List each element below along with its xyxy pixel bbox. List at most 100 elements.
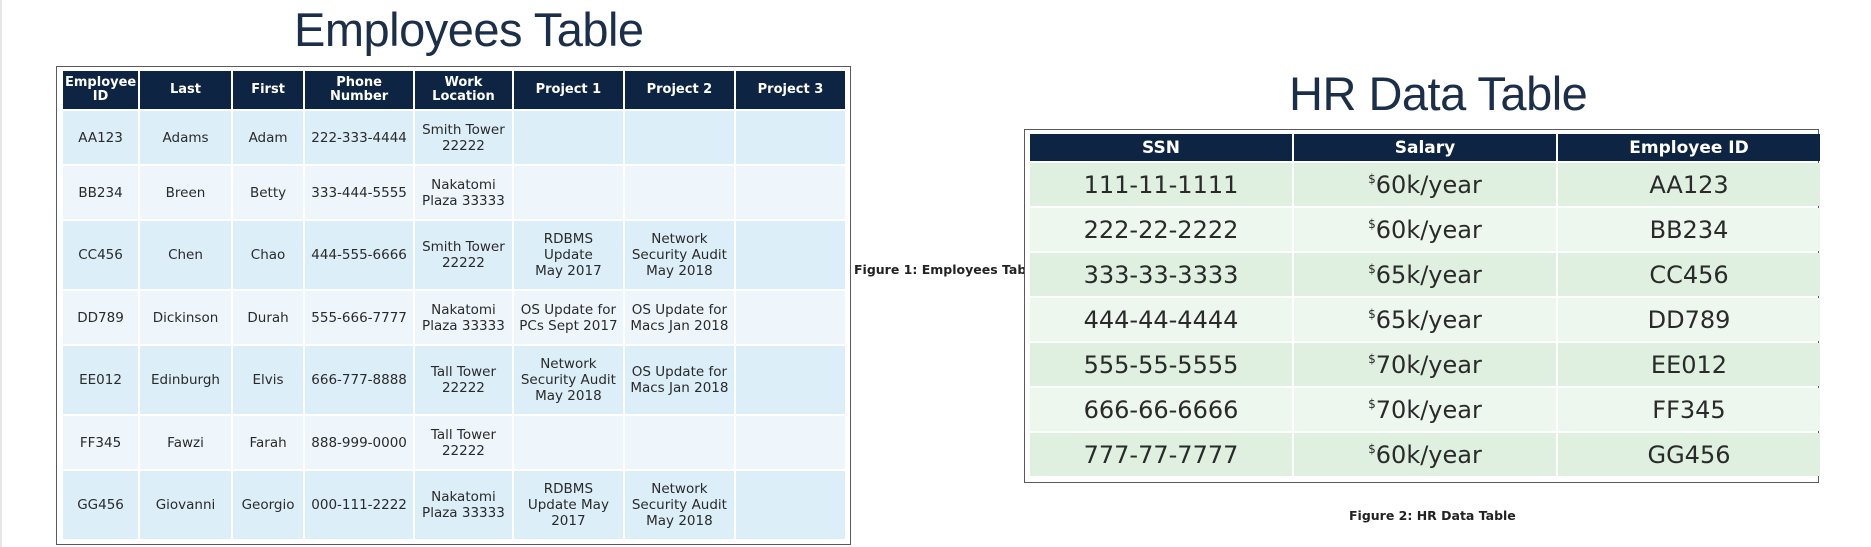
employees-table-cell: 222-333-4444: [305, 111, 413, 164]
employees-table-cell: Edinburgh: [140, 346, 231, 414]
employees-column-header: Project 3: [735, 71, 845, 109]
employees-table-cell: Adam: [232, 111, 304, 164]
employees-table-cell: [513, 111, 623, 164]
employees-table-cell: GG456: [63, 471, 139, 539]
hr-table-cell: 555-55-5555: [1030, 343, 1292, 386]
hr-table-row: 222-22-2222 $60k/year BB234: [1030, 208, 1820, 251]
employees-table-cell: Network Security Audit May 2018: [624, 221, 734, 289]
employees-table-cell: OS Update for PCs Sept 2017: [513, 291, 623, 344]
employees-table-title: Employees Table: [294, 3, 644, 56]
employees-table-cell: CC456: [63, 221, 139, 289]
employees-table-cell: AA123: [63, 111, 139, 164]
employees-table-cell: DD789: [63, 291, 139, 344]
employees-table-cell: Network Security Audit May 2018: [513, 346, 623, 414]
employees-table-row: DD789 Dickinson Durah 555-666-7777 Nakatomi …: [63, 291, 845, 344]
employees-table-cell: 444-555-6666: [305, 221, 413, 289]
hr-table-cell: $60k/year: [1294, 163, 1556, 206]
employees-table-cell: OS Update for Macs Jan 2018: [624, 346, 734, 414]
employees-column-header: Work Location: [414, 71, 512, 109]
currency-symbol: $: [1368, 396, 1376, 411]
hr-table-cell: FF345: [1558, 388, 1820, 431]
employees-table-cell: Smith Tower 22222: [414, 111, 512, 164]
hr-table-caption: Figure 2: HR Data Table: [1349, 508, 1516, 523]
employees-table-cell: 000-111-2222: [305, 471, 413, 539]
employees-column-header: First: [232, 71, 304, 109]
employees-table-cell: Chao: [232, 221, 304, 289]
salary-value: 70k/year: [1375, 395, 1482, 424]
salary-value: 65k/year: [1375, 260, 1482, 289]
hr-data-table: SSN Salary Employee ID 111-11-1111 $60k/yea…: [1028, 132, 1822, 478]
employees-table-cell: Farah: [232, 416, 304, 469]
hr-table-cell: 666-66-6666: [1030, 388, 1292, 431]
employees-table-cell: 555-666-7777: [305, 291, 413, 344]
employees-table-cell: Tall Tower 22222: [414, 346, 512, 414]
hr-table-cell: $60k/year: [1294, 433, 1556, 476]
employees-table-cell: Durah: [232, 291, 304, 344]
hr-table-cell: 777-77-7777: [1030, 433, 1292, 476]
employees-table-cell: [735, 221, 845, 289]
employees-table-cell: [624, 166, 734, 219]
employees-table-body: AA123 Adams Adam 222-333-4444 Smith Tower 22…: [63, 111, 845, 539]
currency-symbol: $: [1368, 261, 1376, 276]
employees-table-cell: [735, 416, 845, 469]
employees-table-cell: 888-999-0000: [305, 416, 413, 469]
employees-table-cell: EE012: [63, 346, 139, 414]
hr-table-cell: EE012: [1558, 343, 1820, 386]
employees-table-row: AA123 Adams Adam 222-333-4444 Smith Tower 22…: [63, 111, 845, 164]
employees-table-cell: [735, 166, 845, 219]
employees-table-cell: [735, 291, 845, 344]
employees-table-cell: Nakatomi Plaza 33333: [414, 166, 512, 219]
salary-value: 60k/year: [1375, 170, 1482, 199]
hr-table-row: 111-11-1111 $60k/year AA123: [1030, 163, 1820, 206]
hr-table-row: 333-33-3333 $65k/year CC456: [1030, 253, 1820, 296]
hr-table-row: 777-77-7777 $60k/year GG456: [1030, 433, 1820, 476]
employees-column-header: Employee ID: [63, 71, 139, 109]
employees-table-cell: 333-444-5555: [305, 166, 413, 219]
employees-table-cell: Elvis: [232, 346, 304, 414]
employees-table-cell: [735, 346, 845, 414]
employees-table-cell: Adams: [140, 111, 231, 164]
employees-table-cell: Betty: [232, 166, 304, 219]
employees-table-cell: FF345: [63, 416, 139, 469]
currency-symbol: $: [1368, 306, 1376, 321]
hr-table-cell: 333-33-3333: [1030, 253, 1292, 296]
employees-table-cell: [513, 416, 623, 469]
employees-table-cell: Smith Tower 22222: [414, 221, 512, 289]
employees-table-cell: [624, 416, 734, 469]
hr-table-cell: $65k/year: [1294, 253, 1556, 296]
employees-table-cell: Chen: [140, 221, 231, 289]
salary-value: 60k/year: [1375, 440, 1482, 469]
employees-table-cell: Tall Tower 22222: [414, 416, 512, 469]
employees-table-cell: Fawzi: [140, 416, 231, 469]
employees-table-cell: Nakatomi Plaza 33333: [414, 291, 512, 344]
employees-table-row: FF345 Fawzi Farah 888-999-0000 Tall Tower 22…: [63, 416, 845, 469]
hr-table-cell: GG456: [1558, 433, 1820, 476]
currency-symbol: $: [1368, 216, 1376, 231]
employees-table-cell: BB234: [63, 166, 139, 219]
employees-table-cell: Giovanni: [140, 471, 231, 539]
employees-table-row: EE012 Edinburgh Elvis 666-777-8888 Tall Towe…: [63, 346, 845, 414]
hr-table-cell: $65k/year: [1294, 298, 1556, 341]
hr-table-cell: BB234: [1558, 208, 1820, 251]
employees-table-caption: Figure 1: Employees Table: [854, 262, 1040, 277]
hr-table-cell: $70k/year: [1294, 343, 1556, 386]
employees-column-header: Phone Number: [305, 71, 413, 109]
hr-table-cell: $70k/year: [1294, 388, 1556, 431]
hr-table-cell: 111-11-1111: [1030, 163, 1292, 206]
hr-table-cell: $60k/year: [1294, 208, 1556, 251]
employees-table-cell: Georgio: [232, 471, 304, 539]
page-left-border: [0, 0, 2, 547]
currency-symbol: $: [1368, 351, 1376, 366]
employees-table-cell: RDBMS Update May 2017: [513, 221, 623, 289]
employees-table-row: CC456 Chen Chao 444-555-6666 Smith Tower 222…: [63, 221, 845, 289]
employees-column-header: Last: [140, 71, 231, 109]
employees-table-cell: Nakatomi Plaza 33333: [414, 471, 512, 539]
employees-table-cell: RDBMS Update May 2017: [513, 471, 623, 539]
employees-table-cell: [735, 111, 845, 164]
employees-table-cell: Network Security Audit May 2018: [624, 471, 734, 539]
hr-table-cell: CC456: [1558, 253, 1820, 296]
employees-table-cell: 666-777-8888: [305, 346, 413, 414]
hr-table-cell: DD789: [1558, 298, 1820, 341]
employees-table-cell: Breen: [140, 166, 231, 219]
employees-table-cell: [624, 111, 734, 164]
